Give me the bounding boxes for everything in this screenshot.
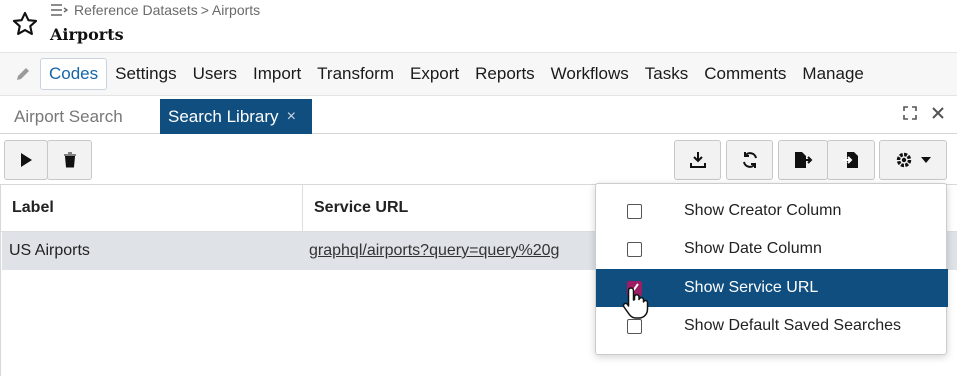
page-title: Airports [50,25,124,44]
nav-manage[interactable]: Manage [794,58,871,90]
cell-label: US Airports [9,242,90,259]
menu-item-label: Show Default Saved Searches [684,317,902,334]
download-icon [689,152,706,168]
expand-icon[interactable] [903,106,917,120]
refresh-button[interactable] [726,140,773,180]
nav-tasks[interactable]: Tasks [637,58,696,90]
column-options-menu: Show Creator Column Show Date Column Sho… [595,183,948,355]
nav-comments[interactable]: Comments [696,58,794,90]
nav-settings[interactable]: Settings [107,58,184,90]
nav-export[interactable]: Export [402,58,467,90]
file-export-icon [795,152,813,168]
play-icon [21,153,32,167]
breadcrumb-parent[interactable]: Reference Datasets [74,2,198,18]
main-nav: Codes Settings Users Import Transform Ex… [0,52,957,96]
breadcrumb-current: Airports [211,2,261,18]
close-icon[interactable] [931,106,945,120]
settings-dropdown-button[interactable] [879,140,947,180]
tab-actions [903,106,945,120]
tab-label: Airport Search [14,106,123,126]
delete-button[interactable] [47,140,92,180]
menu-item-label: Show Creator Column [684,202,842,219]
nav-import[interactable]: Import [245,58,309,90]
nav-transform[interactable]: Transform [309,58,402,90]
trash-icon [63,152,76,168]
list-icon [51,4,68,16]
run-button[interactable] [4,140,48,180]
tab-label: Search Library [168,106,279,126]
export-button[interactable] [778,140,828,180]
column-header-label[interactable]: Label [1,185,303,232]
star-icon[interactable] [11,10,39,38]
pencil-icon [12,63,34,85]
toolbar [0,135,957,185]
nav-codes[interactable]: Codes [40,58,108,90]
import-button[interactable] [827,140,875,180]
checkbox[interactable] [627,241,642,257]
close-tab-icon[interactable]: × [287,108,296,126]
menu-item-label: Show Service URL [684,279,819,296]
nav-reports[interactable]: Reports [467,58,543,90]
file-import-icon [842,152,858,168]
checkbox[interactable] [627,203,642,219]
nav-users[interactable]: Users [185,58,245,90]
menu-item-show-date-column[interactable]: Show Date Column [596,230,948,268]
cell-service-url[interactable]: graphql/airports?query=query%20g [309,232,559,270]
hand-cursor-icon [622,287,649,319]
gear-icon [896,152,912,168]
page-header: Reference Datasets > Airports Airports [0,0,957,52]
tab-airport-search[interactable]: Airport Search [6,99,131,134]
nav-workflows[interactable]: Workflows [543,58,637,90]
caret-down-icon [921,157,931,163]
breadcrumb-separator: > [200,2,209,18]
menu-item-label: Show Date Column [684,240,822,257]
menu-item-show-creator-column[interactable]: Show Creator Column [596,192,948,230]
tab-search-library[interactable]: Search Library × [160,99,312,134]
download-button[interactable] [674,140,721,180]
refresh-icon [742,152,757,168]
breadcrumb: Reference Datasets > Airports [50,2,260,18]
tab-bar: Airport Search Search Library × [0,96,957,134]
